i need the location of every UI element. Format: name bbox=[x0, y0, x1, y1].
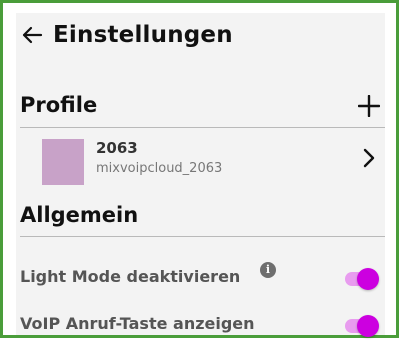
screenshot-frame: Einstellungen Profile 2063 mixvoipcloud_… bbox=[0, 0, 399, 338]
voip-button-toggle[interactable] bbox=[345, 315, 379, 337]
section-divider bbox=[20, 236, 385, 237]
light-mode-toggle[interactable] bbox=[345, 268, 379, 290]
section-divider bbox=[20, 127, 385, 128]
toggle-thumb bbox=[357, 315, 379, 337]
toggle-thumb bbox=[357, 268, 379, 290]
setting-voip-button: VoIP Anruf-Taste anzeigen bbox=[16, 308, 385, 344]
setting-label: Light Mode deaktivieren bbox=[20, 267, 241, 286]
section-title-profile: Profile bbox=[20, 93, 98, 117]
info-icon[interactable]: i bbox=[260, 262, 276, 278]
chevron-right-icon[interactable] bbox=[362, 147, 376, 169]
plus-icon[interactable] bbox=[358, 95, 380, 117]
arrow-left-icon[interactable] bbox=[21, 24, 43, 46]
profile-name: 2063 bbox=[96, 139, 138, 157]
app-header: Einstellungen bbox=[16, 13, 385, 65]
profile-list-item[interactable]: 2063 mixvoipcloud_2063 bbox=[16, 133, 385, 195]
setting-light-mode: Light Mode deaktivieren i bbox=[16, 261, 385, 297]
profile-account: mixvoipcloud_2063 bbox=[96, 161, 223, 176]
page-title: Einstellungen bbox=[53, 22, 233, 48]
setting-label: VoIP Anruf-Taste anzeigen bbox=[20, 314, 255, 333]
settings-screen: Einstellungen Profile 2063 mixvoipcloud_… bbox=[16, 13, 385, 337]
avatar bbox=[42, 139, 84, 185]
section-title-general: Allgemein bbox=[20, 203, 139, 227]
